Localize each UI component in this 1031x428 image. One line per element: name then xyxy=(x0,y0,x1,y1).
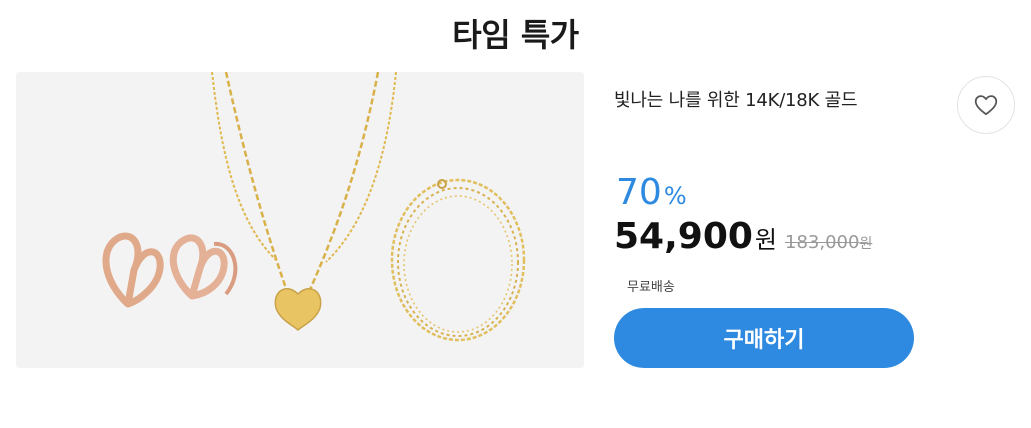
product-image[interactable] xyxy=(16,72,584,368)
price-row: 54,900 원 183,000 원 xyxy=(614,216,872,257)
product-name[interactable]: 빛나는 나를 위한 14K/18K 골드 xyxy=(614,86,858,112)
sale-price: 54,900 xyxy=(614,216,753,257)
shipping-badge: 무료배송 xyxy=(627,280,675,295)
original-price: 183,000 xyxy=(785,232,860,253)
discount-unit: % xyxy=(663,182,687,210)
discount-rate: 70% xyxy=(616,172,687,213)
heart-outline-icon xyxy=(974,95,998,116)
jewelry-illustration xyxy=(102,72,526,342)
section-title: 타임 특가 xyxy=(452,16,579,54)
original-price-unit: 원 xyxy=(859,236,873,252)
discount-value: 70 xyxy=(616,172,662,213)
buy-button[interactable]: 구매하기 xyxy=(614,308,914,368)
wishlist-button[interactable] xyxy=(957,76,1015,134)
sale-price-unit: 원 xyxy=(754,226,778,254)
